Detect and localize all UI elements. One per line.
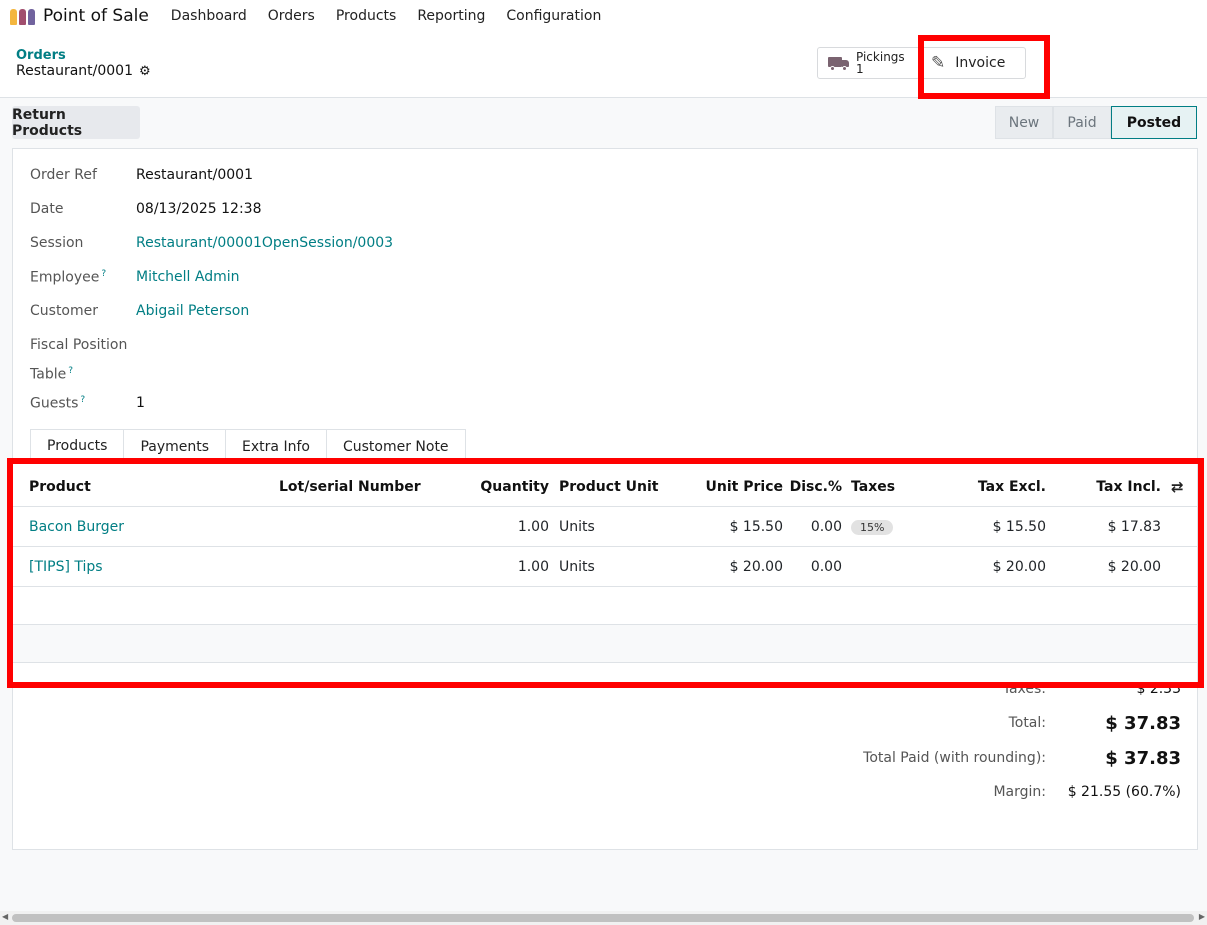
field-customer: Customer Abigail Peterson (30, 301, 249, 321)
order-ref-value: Restaurant/0001 (136, 167, 253, 183)
help-icon[interactable]: ? (101, 269, 106, 279)
taxes-value: $ 2.33 (1136, 681, 1181, 697)
help-icon[interactable]: ? (80, 395, 85, 405)
control-panel: Orders Restaurant/0001 ⚙ Pickings 1 ✎ In… (0, 32, 1207, 98)
return-products-button[interactable]: Return Products (12, 106, 140, 139)
taxes-label: Taxes: (1002, 681, 1046, 697)
field-employee: Employee? Mitchell Admin (30, 267, 240, 287)
tax-incl-cell: $ 17.83 (1107, 519, 1161, 535)
table-header: Product Lot/serial Number Quantity Produ… (13, 467, 1197, 507)
tax-excl-cell: $ 20.00 (992, 559, 1046, 575)
tab-payments[interactable]: Payments (123, 429, 227, 463)
total-value: $ 37.83 (1105, 713, 1181, 734)
order-lines-table: Product Lot/serial Number Quantity Produ… (13, 467, 1197, 663)
field-order-ref: Order Ref Restaurant/0001 (30, 165, 253, 185)
tax-badge: 15% (851, 519, 894, 535)
pickings-count: 1 (856, 62, 864, 76)
form-sheet: Order Ref Restaurant/0001 Date 08/13/202… (12, 148, 1198, 850)
tab-customer-note[interactable]: Customer Note (325, 429, 466, 463)
nav-reporting[interactable]: Reporting (417, 8, 485, 24)
table-row[interactable]: [TIPS] Tips 1.00 Units $ 20.00 0.00 $ 20… (13, 547, 1197, 587)
field-label: Guests? (30, 394, 86, 412)
pickings-button[interactable]: Pickings 1 (817, 47, 920, 79)
record-name: Restaurant/0001 (16, 63, 133, 79)
quantity-cell: 1.00 (517, 559, 549, 575)
field-label: Employee? (30, 268, 107, 286)
col-discount[interactable]: Disc.% (788, 467, 842, 507)
tab-products[interactable]: Products (30, 429, 125, 463)
col-unit[interactable]: Product Unit (559, 467, 658, 507)
tab-extra-info[interactable]: Extra Info (225, 429, 327, 463)
unit-price-cell: $ 20.00 (729, 559, 783, 575)
quantity-cell: 1.00 (517, 519, 549, 535)
empty-row (13, 587, 1197, 625)
notebook-tabs: Products Payments Extra Info Customer No… (30, 429, 466, 463)
margin-label: Margin: (993, 784, 1046, 800)
field-guests: Guests? 1 (30, 393, 145, 413)
invoice-button[interactable]: ✎ Invoice (921, 47, 1026, 79)
product-link[interactable]: Bacon Burger (29, 507, 124, 547)
scroll-right-icon[interactable]: ▶ (1199, 912, 1205, 921)
tax-incl-cell: $ 20.00 (1107, 559, 1161, 575)
discount-cell: 0.00 (810, 519, 842, 535)
field-session: Session Restaurant/00001OpenSession/0003 (30, 233, 393, 253)
stage-new[interactable]: New (995, 106, 1053, 139)
col-quantity[interactable]: Quantity (453, 467, 549, 507)
help-icon[interactable]: ? (68, 366, 73, 376)
unit-cell: Units (559, 519, 595, 535)
field-label: Customer (30, 303, 99, 319)
breadcrumb-orders[interactable]: Orders (16, 48, 66, 63)
breadcrumb-current: Restaurant/0001 ⚙ (16, 63, 151, 79)
field-date: Date 08/13/2025 12:38 (30, 199, 262, 219)
field-label: Table? (30, 365, 73, 383)
session-link[interactable]: Restaurant/00001OpenSession/0003 (136, 235, 393, 251)
guests-value: 1 (136, 395, 145, 411)
taxes-cell: 15% (851, 507, 894, 547)
total-paid-label: Total Paid (with rounding): (863, 750, 1046, 766)
col-tax-incl[interactable]: Tax Incl. (1051, 467, 1161, 507)
tax-excl-cell: $ 15.50 (992, 519, 1046, 535)
gear-icon[interactable]: ⚙ (139, 64, 151, 79)
nav-dashboard[interactable]: Dashboard (171, 8, 247, 24)
col-tax-excl[interactable]: Tax Excl. (926, 467, 1046, 507)
horizontal-scrollbar[interactable]: ◀ ▶ (0, 911, 1207, 925)
unit-cell: Units (559, 559, 595, 575)
col-unit-price[interactable]: Unit Price (673, 467, 783, 507)
scroll-left-icon[interactable]: ◀ (2, 912, 8, 921)
stage-posted[interactable]: Posted (1111, 106, 1197, 139)
invoice-label: Invoice (955, 55, 1006, 71)
margin-value: $ 21.55 (60.7%) (1067, 784, 1181, 800)
date-value: 08/13/2025 12:38 (136, 201, 262, 217)
unit-price-cell: $ 15.50 (729, 519, 783, 535)
field-label: Order Ref (30, 167, 97, 183)
field-fiscal-position: Fiscal Position (30, 335, 136, 355)
field-label: Date (30, 201, 64, 217)
status-bar: New Paid Posted (995, 106, 1197, 139)
total-paid-value: $ 37.83 (1105, 748, 1181, 769)
nav-products[interactable]: Products (336, 8, 396, 24)
product-link[interactable]: [TIPS] Tips (29, 547, 103, 587)
discount-cell: 0.00 (810, 559, 842, 575)
employee-link[interactable]: Mitchell Admin (136, 269, 240, 285)
empty-row (13, 625, 1197, 663)
col-taxes[interactable]: Taxes (851, 467, 895, 507)
stage-paid[interactable]: Paid (1053, 106, 1111, 139)
col-product[interactable]: Product (29, 467, 91, 507)
customer-link[interactable]: Abigail Peterson (136, 303, 249, 319)
field-table: Table? (30, 364, 136, 384)
scrollbar-thumb[interactable] (12, 914, 1194, 922)
top-navbar: Point of Sale Dashboard Orders Products … (0, 0, 1207, 32)
app-title[interactable]: Point of Sale (43, 6, 149, 26)
table-row[interactable]: Bacon Burger 1.00 Units $ 15.50 0.00 15%… (13, 507, 1197, 547)
field-label: Fiscal Position (30, 337, 128, 353)
total-label: Total: (1008, 715, 1046, 731)
field-label: Session (30, 235, 84, 251)
edit-icon: ✎ (931, 53, 946, 73)
column-settings-icon[interactable]: ⇄ (1171, 467, 1184, 507)
pos-app-icon[interactable] (10, 7, 36, 25)
nav-orders[interactable]: Orders (268, 8, 315, 24)
nav-configuration[interactable]: Configuration (506, 8, 601, 24)
truck-icon (828, 56, 850, 71)
col-lot[interactable]: Lot/serial Number (279, 467, 421, 507)
